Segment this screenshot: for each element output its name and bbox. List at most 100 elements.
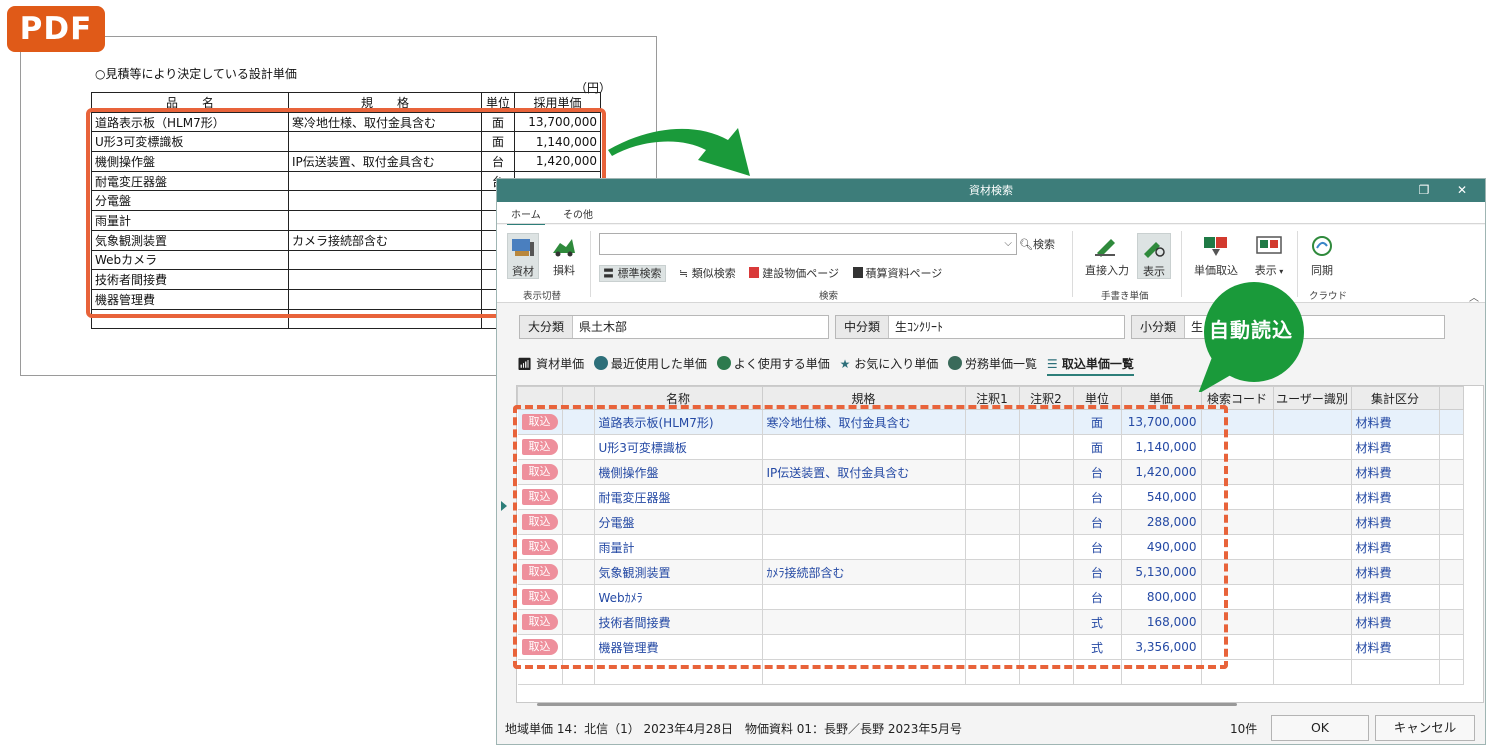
subnav-frequent[interactable]: よく使用する単価 bbox=[716, 356, 830, 371]
import-badge[interactable]: 取込 bbox=[521, 614, 558, 630]
search-code-cell[interactable] bbox=[1201, 484, 1274, 510]
item-spec-cell[interactable] bbox=[762, 584, 966, 610]
table-row[interactable]: 取込 機側操作盤 IP伝送装置、取付金具含む 台 1,420,000 材料費 bbox=[517, 459, 1464, 485]
user-id-cell[interactable] bbox=[1273, 459, 1352, 485]
category-cell[interactable]: 材料費 bbox=[1351, 484, 1440, 510]
user-id-cell[interactable] bbox=[1273, 559, 1352, 585]
search-code-cell[interactable] bbox=[1201, 534, 1274, 560]
chevron-down-icon[interactable]: ⌵ bbox=[1004, 238, 1012, 249]
category-cell[interactable]: 材料費 bbox=[1351, 434, 1440, 460]
loss-button[interactable]: 損料 bbox=[547, 233, 581, 279]
unit-cell[interactable]: 式 bbox=[1073, 609, 1122, 635]
grid-header-cell[interactable]: 名称 bbox=[593, 386, 763, 410]
standard-search-option[interactable]: 〓 標準検索 bbox=[599, 265, 666, 282]
unit-cell[interactable]: 台 bbox=[1073, 509, 1122, 535]
table-row[interactable]: 取込 分電盤 台 288,000 材料費 bbox=[517, 509, 1464, 535]
item-name-cell[interactable]: 機器管理費 bbox=[594, 634, 763, 660]
import-badge[interactable]: 取込 bbox=[521, 564, 558, 580]
unit-cell[interactable]: 面 bbox=[1073, 409, 1122, 435]
sekisan-shiryo-page-option[interactable]: 積算資料ページ bbox=[852, 267, 942, 280]
item-name-cell[interactable]: Webｶﾒﾗ bbox=[594, 584, 763, 610]
category-cell[interactable]: 材料費 bbox=[1351, 409, 1440, 435]
close-icon[interactable]: ✕ bbox=[1447, 179, 1477, 202]
note1-cell[interactable] bbox=[965, 559, 1020, 585]
category-cell[interactable]: 材料費 bbox=[1351, 534, 1440, 560]
unit-cell[interactable]: 台 bbox=[1073, 534, 1122, 560]
category-cell[interactable]: 材料費 bbox=[1351, 459, 1440, 485]
similar-search-option[interactable]: ≒ 類似検索 bbox=[679, 267, 736, 280]
category-cell[interactable]: 材料費 bbox=[1351, 609, 1440, 635]
note2-cell[interactable] bbox=[1019, 559, 1074, 585]
price-cell[interactable]: 540,000 bbox=[1121, 484, 1202, 510]
import-badge[interactable]: 取込 bbox=[521, 414, 558, 430]
price-cell[interactable]: 168,000 bbox=[1121, 609, 1202, 635]
note2-cell[interactable] bbox=[1019, 534, 1074, 560]
item-name-cell[interactable]: 分電盤 bbox=[594, 509, 763, 535]
grid-header-cell[interactable]: 集計区分 bbox=[1350, 386, 1440, 410]
note1-cell[interactable] bbox=[965, 609, 1020, 635]
unit-cell[interactable]: 台 bbox=[1073, 559, 1122, 585]
search-code-cell[interactable] bbox=[1201, 509, 1274, 535]
note1-cell[interactable] bbox=[965, 509, 1020, 535]
item-name-cell[interactable]: 気象観測装置 bbox=[594, 559, 763, 585]
unit-cell[interactable]: 面 bbox=[1073, 434, 1122, 460]
note2-cell[interactable] bbox=[1019, 634, 1074, 660]
tab-other[interactable]: その他 bbox=[563, 206, 593, 221]
note2-cell[interactable] bbox=[1019, 434, 1074, 460]
item-spec-cell[interactable] bbox=[762, 534, 966, 560]
grid-header-cell[interactable]: 単価 bbox=[1120, 386, 1202, 410]
manual-show-button[interactable]: 表示 bbox=[1137, 233, 1171, 279]
note1-cell[interactable] bbox=[965, 434, 1020, 460]
search-code-cell[interactable] bbox=[1201, 609, 1274, 635]
unit-cell[interactable]: 台 bbox=[1073, 484, 1122, 510]
grid-header-cell[interactable]: 規格 bbox=[761, 386, 966, 410]
category-cell[interactable]: 材料費 bbox=[1351, 509, 1440, 535]
table-row[interactable]: 取込 技術者間接費 式 168,000 材料費 bbox=[517, 609, 1464, 635]
grid-header-cell[interactable]: 注釈1 bbox=[964, 386, 1020, 410]
price-cell[interactable]: 3,356,000 bbox=[1121, 634, 1202, 660]
note1-cell[interactable] bbox=[965, 459, 1020, 485]
price-cell[interactable]: 288,000 bbox=[1121, 509, 1202, 535]
import-display-button[interactable]: 表示 ▾ bbox=[1249, 233, 1289, 279]
note1-cell[interactable] bbox=[965, 584, 1020, 610]
horizontal-scrollbar[interactable] bbox=[537, 703, 1237, 706]
user-id-cell[interactable] bbox=[1273, 534, 1352, 560]
item-spec-cell[interactable] bbox=[762, 484, 966, 510]
item-name-cell[interactable]: 雨量計 bbox=[594, 534, 763, 560]
table-row[interactable]: 取込 気象観測装置 ｶﾒﾗ接続部含む 台 5,130,000 材料費 bbox=[517, 559, 1464, 585]
restore-icon[interactable]: ❐ bbox=[1409, 179, 1439, 202]
middle-category[interactable]: 中分類 生ｺﾝｸﾘｰﾄ bbox=[835, 315, 1125, 339]
item-name-cell[interactable]: U形3可変標識板 bbox=[594, 434, 763, 460]
item-spec-cell[interactable] bbox=[762, 609, 966, 635]
item-name-cell[interactable]: 技術者間接費 bbox=[594, 609, 763, 635]
category-cell[interactable]: 材料費 bbox=[1351, 634, 1440, 660]
item-spec-cell[interactable] bbox=[762, 634, 966, 660]
tab-home[interactable]: ホーム bbox=[507, 206, 545, 226]
price-cell[interactable]: 800,000 bbox=[1121, 584, 1202, 610]
search-code-cell[interactable] bbox=[1201, 409, 1274, 435]
user-id-cell[interactable] bbox=[1273, 609, 1352, 635]
item-name-cell[interactable]: 機側操作盤 bbox=[594, 459, 763, 485]
price-cell[interactable]: 1,140,000 bbox=[1121, 434, 1202, 460]
table-row[interactable]: 取込 道路表示板(HLM7形) 寒冷地仕様、取付金具含む 面 13,700,000 材料費 bbox=[517, 409, 1464, 435]
item-name-cell[interactable]: 耐電変圧器盤 bbox=[594, 484, 763, 510]
import-badge[interactable]: 取込 bbox=[521, 464, 558, 480]
major-category[interactable]: 大分類 県土木部 bbox=[519, 315, 829, 339]
user-id-cell[interactable] bbox=[1273, 584, 1352, 610]
subnav-imported[interactable]: ☰ 取込単価一覧 bbox=[1046, 357, 1134, 376]
user-id-cell[interactable] bbox=[1273, 434, 1352, 460]
note2-cell[interactable] bbox=[1019, 459, 1074, 485]
import-badge[interactable]: 取込 bbox=[521, 639, 558, 655]
import-badge[interactable]: 取込 bbox=[521, 589, 558, 605]
item-spec-cell[interactable] bbox=[762, 509, 966, 535]
ok-button[interactable]: OK bbox=[1271, 715, 1369, 741]
item-spec-cell[interactable] bbox=[762, 434, 966, 460]
import-badge[interactable]: 取込 bbox=[521, 539, 558, 555]
table-row[interactable]: 取込 雨量計 台 490,000 材料費 bbox=[517, 534, 1464, 560]
table-row[interactable]: 取込 U形3可変標識板 面 1,140,000 材料費 bbox=[517, 434, 1464, 460]
note2-cell[interactable] bbox=[1019, 509, 1074, 535]
item-name-cell[interactable]: 道路表示板(HLM7形) bbox=[594, 409, 763, 435]
grid-header-cell[interactable] bbox=[561, 386, 595, 410]
category-cell[interactable]: 材料費 bbox=[1351, 584, 1440, 610]
kensetsu-bukka-page-option[interactable]: 建設物価ページ bbox=[749, 267, 839, 280]
